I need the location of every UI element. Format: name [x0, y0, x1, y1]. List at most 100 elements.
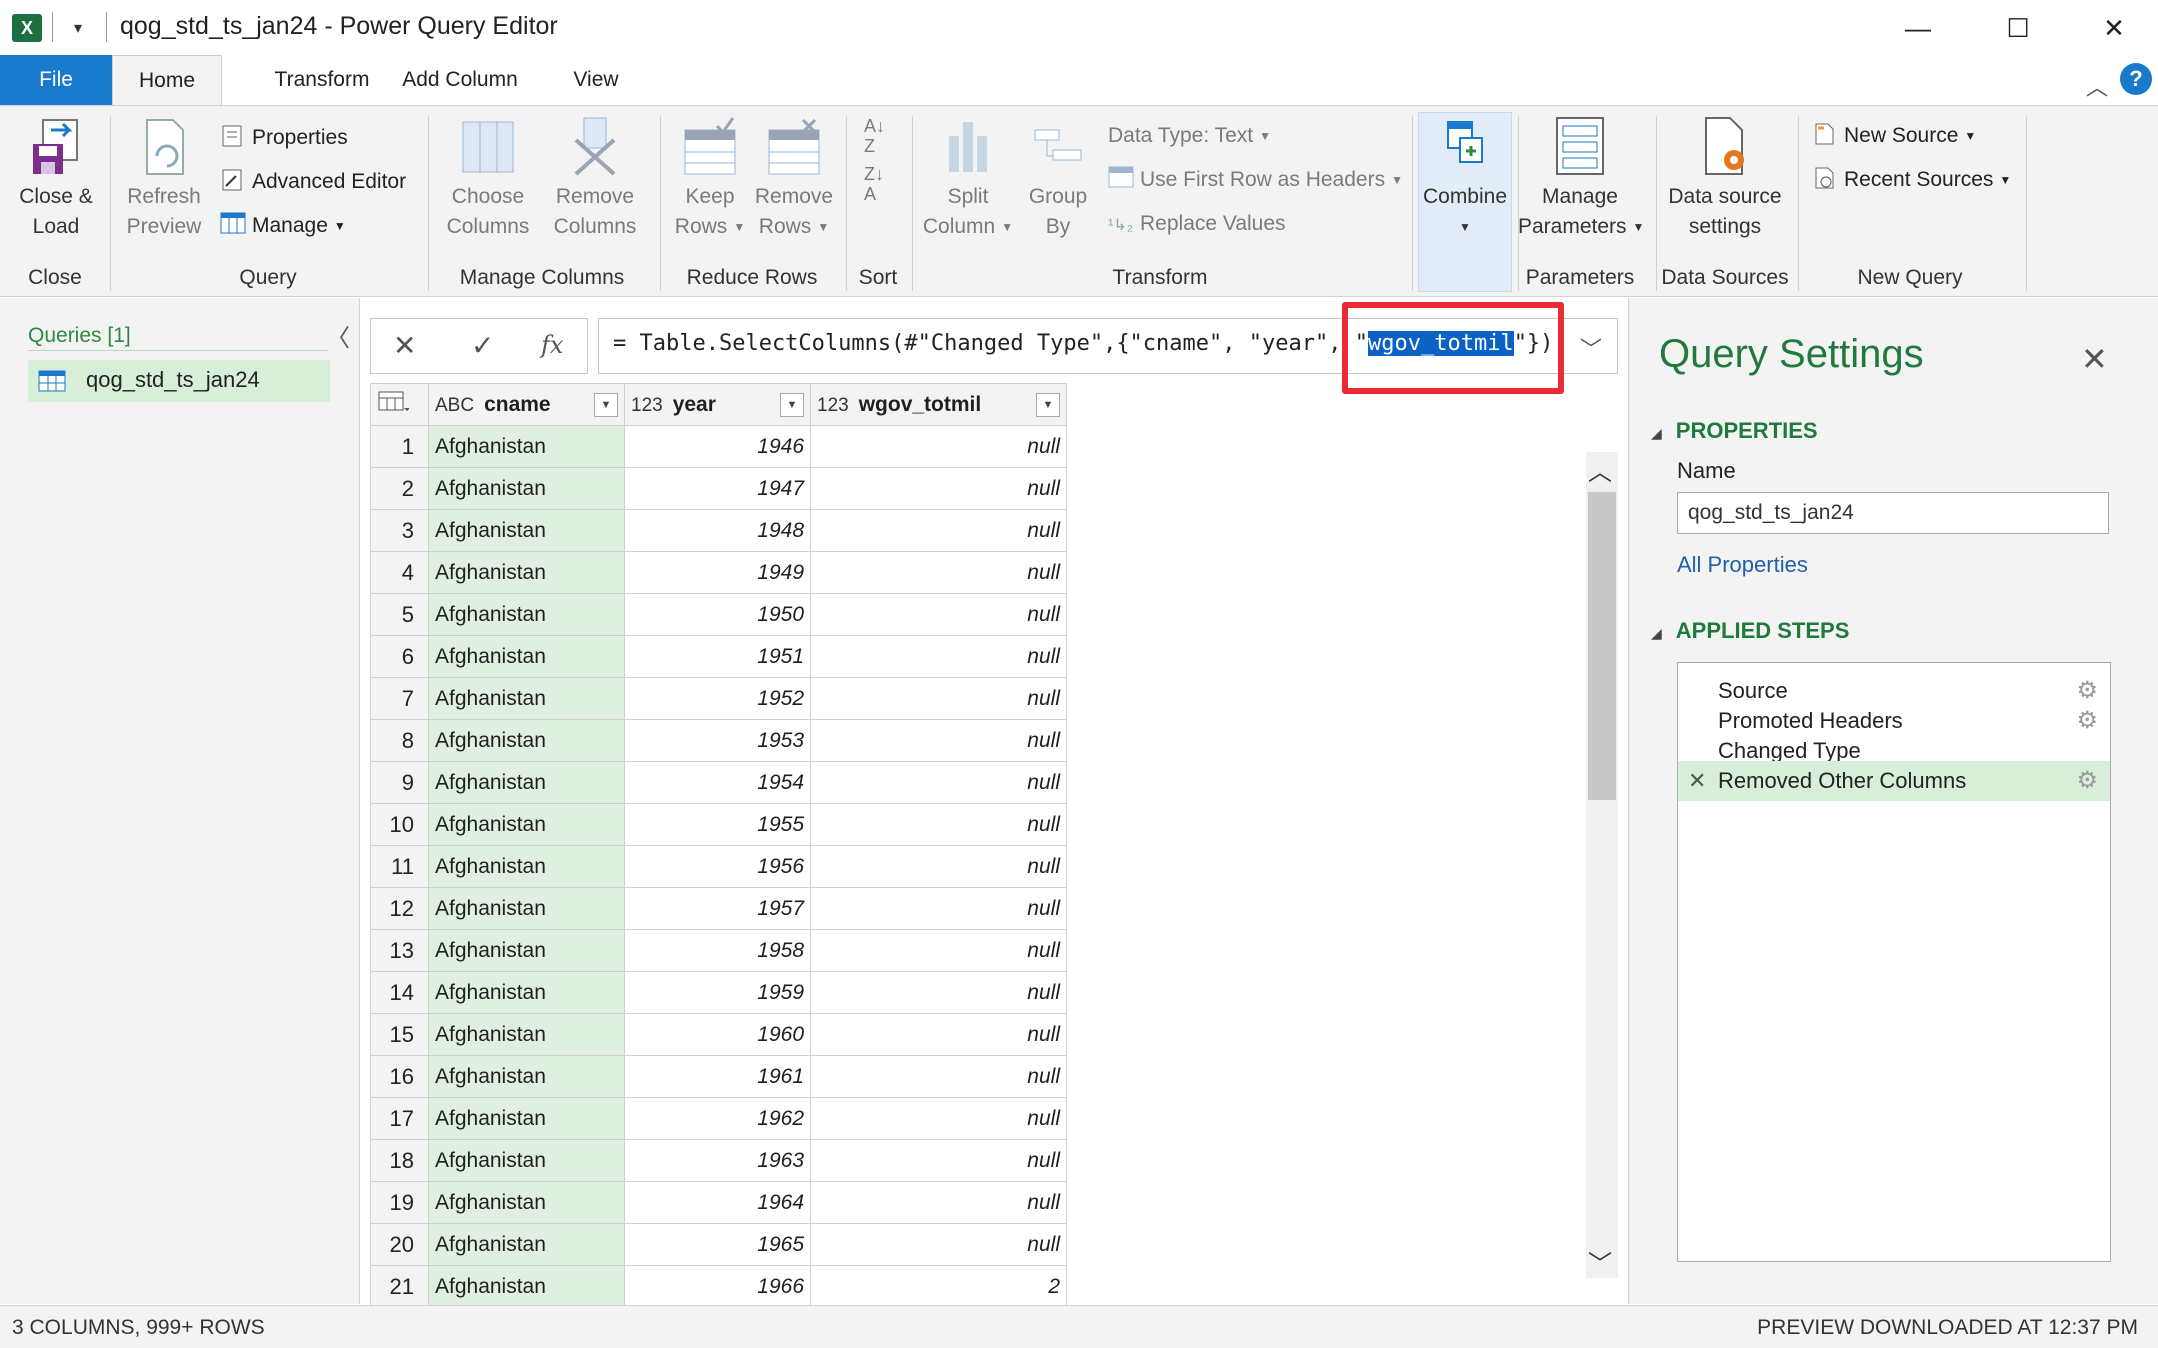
- keep-rows-button[interactable]: Keep Rows ▼: [668, 116, 752, 242]
- sort-descending-button[interactable]: Z↓ A: [864, 164, 900, 208]
- filter-dropdown-icon[interactable]: ▼: [1036, 393, 1060, 417]
- table-row[interactable]: 17 Afghanistan 1962 null: [370, 1097, 1067, 1140]
- row-number-cell[interactable]: 13: [370, 929, 429, 972]
- queries-title[interactable]: Queries [1]: [28, 324, 131, 348]
- cname-cell[interactable]: Afghanistan: [428, 1013, 625, 1056]
- number-type-icon[interactable]: 123: [817, 395, 849, 416]
- tab-transform[interactable]: Transform: [252, 55, 392, 105]
- table-row[interactable]: 7 Afghanistan 1952 null: [370, 677, 1067, 720]
- close-icon[interactable]: ✕: [2081, 340, 2108, 378]
- close-load-button[interactable]: Close & Load: [8, 116, 104, 242]
- cname-cell[interactable]: Afghanistan: [428, 677, 625, 720]
- tab-file[interactable]: File: [0, 55, 112, 105]
- query-item[interactable]: qog_std_ts_jan24: [28, 360, 330, 402]
- row-number-cell[interactable]: 2: [370, 467, 429, 510]
- column-header-wgov-totmil[interactable]: 123 wgov_totmil ▼: [810, 383, 1067, 426]
- cname-cell[interactable]: Afghanistan: [428, 719, 625, 762]
- column-header-cname[interactable]: ABC cname ▼: [428, 383, 625, 426]
- wgov-totmil-cell[interactable]: null: [810, 1223, 1067, 1266]
- table-row[interactable]: 3 Afghanistan 1948 null: [370, 509, 1067, 552]
- chevron-left-icon[interactable]: 〈: [326, 318, 350, 353]
- help-icon[interactable]: ?: [2120, 63, 2152, 95]
- row-number-cell[interactable]: 11: [370, 845, 429, 888]
- wgov-totmil-cell[interactable]: null: [810, 593, 1067, 636]
- data-source-settings-button[interactable]: Data source settings: [1660, 116, 1790, 242]
- excel-icon[interactable]: X: [12, 14, 42, 42]
- data-type-dropdown[interactable]: Data Type: Text ▼: [1108, 120, 1271, 152]
- cname-cell[interactable]: Afghanistan: [428, 1055, 625, 1098]
- cname-cell[interactable]: Afghanistan: [428, 887, 625, 930]
- year-cell[interactable]: 1948: [624, 509, 811, 552]
- wgov-totmil-cell[interactable]: null: [810, 1139, 1067, 1182]
- row-number-cell[interactable]: 14: [370, 971, 429, 1014]
- confirm-formula-icon[interactable]: ✓: [471, 329, 494, 362]
- select-all-cell[interactable]: [370, 383, 429, 426]
- year-cell[interactable]: 1951: [624, 635, 811, 678]
- combine-button[interactable]: Combine ▼: [1418, 116, 1512, 242]
- manage-parameters-button[interactable]: Manage Parameters ▼: [1518, 116, 1644, 242]
- cname-cell[interactable]: Afghanistan: [428, 971, 625, 1014]
- table-row[interactable]: 10 Afghanistan 1955 null: [370, 803, 1067, 846]
- gear-icon[interactable]: ⚙: [2076, 761, 2098, 801]
- table-row[interactable]: 19 Afghanistan 1964 null: [370, 1181, 1067, 1224]
- year-cell[interactable]: 1957: [624, 887, 811, 930]
- cname-cell[interactable]: Afghanistan: [428, 425, 625, 468]
- scroll-up-icon[interactable]: ︿: [1588, 452, 1612, 487]
- wgov-totmil-cell[interactable]: null: [810, 551, 1067, 594]
- chevron-down-icon[interactable]: ﹀: [1580, 332, 1602, 364]
- year-cell[interactable]: 1950: [624, 593, 811, 636]
- row-number-cell[interactable]: 12: [370, 887, 429, 930]
- cname-cell[interactable]: Afghanistan: [428, 509, 625, 552]
- maximize-button[interactable]: ☐: [1988, 8, 2048, 48]
- row-number-cell[interactable]: 5: [370, 593, 429, 636]
- table-row[interactable]: 18 Afghanistan 1963 null: [370, 1139, 1067, 1182]
- wgov-totmil-cell[interactable]: null: [810, 761, 1067, 804]
- wgov-totmil-cell[interactable]: null: [810, 1181, 1067, 1224]
- wgov-totmil-cell[interactable]: null: [810, 1097, 1067, 1140]
- cname-cell[interactable]: Afghanistan: [428, 845, 625, 888]
- query-name-input[interactable]: qog_std_ts_jan24: [1677, 492, 2109, 534]
- wgov-totmil-cell[interactable]: null: [810, 971, 1067, 1014]
- row-number-cell[interactable]: 1: [370, 425, 429, 468]
- cname-cell[interactable]: Afghanistan: [428, 1139, 625, 1182]
- all-properties-link[interactable]: All Properties: [1677, 552, 1808, 578]
- cname-cell[interactable]: Afghanistan: [428, 1181, 625, 1224]
- choose-columns-button[interactable]: Choose Columns: [440, 116, 536, 242]
- year-cell[interactable]: 1960: [624, 1013, 811, 1056]
- fx-icon[interactable]: fx: [541, 331, 563, 359]
- sort-ascending-button[interactable]: A↓ Z: [864, 116, 900, 160]
- cname-cell[interactable]: Afghanistan: [428, 1097, 625, 1140]
- year-cell[interactable]: 1965: [624, 1223, 811, 1266]
- row-number-cell[interactable]: 17: [370, 1097, 429, 1140]
- wgov-totmil-cell[interactable]: null: [810, 467, 1067, 510]
- table-row[interactable]: 16 Afghanistan 1961 null: [370, 1055, 1067, 1098]
- filter-dropdown-icon[interactable]: ▼: [594, 393, 618, 417]
- year-cell[interactable]: 1959: [624, 971, 811, 1014]
- year-cell[interactable]: 1961: [624, 1055, 811, 1098]
- quick-access-dropdown-icon[interactable]: ▾: [74, 18, 82, 38]
- year-cell[interactable]: 1956: [624, 845, 811, 888]
- wgov-totmil-cell[interactable]: null: [810, 509, 1067, 552]
- new-source-button[interactable]: New Source ▼: [1812, 120, 1976, 152]
- table-menu-icon[interactable]: [377, 391, 410, 419]
- row-number-cell[interactable]: 21: [370, 1265, 429, 1305]
- wgov-totmil-cell[interactable]: null: [810, 425, 1067, 468]
- table-row[interactable]: 20 Afghanistan 1965 null: [370, 1223, 1067, 1266]
- wgov-totmil-cell[interactable]: 2: [810, 1265, 1067, 1305]
- year-cell[interactable]: 1964: [624, 1181, 811, 1224]
- row-number-cell[interactable]: 20: [370, 1223, 429, 1266]
- table-row[interactable]: 8 Afghanistan 1953 null: [370, 719, 1067, 762]
- cname-cell[interactable]: Afghanistan: [428, 593, 625, 636]
- row-number-cell[interactable]: 3: [370, 509, 429, 552]
- wgov-totmil-cell[interactable]: null: [810, 719, 1067, 762]
- wgov-totmil-cell[interactable]: null: [810, 845, 1067, 888]
- properties-section-header[interactable]: ◢ PROPERTIES: [1651, 418, 1818, 444]
- remove-columns-button[interactable]: Remove Columns: [540, 116, 650, 242]
- cname-cell[interactable]: Afghanistan: [428, 551, 625, 594]
- year-cell[interactable]: 1953: [624, 719, 811, 762]
- split-column-button[interactable]: Split Column ▼: [918, 116, 1018, 242]
- cname-cell[interactable]: Afghanistan: [428, 929, 625, 972]
- wgov-totmil-cell[interactable]: null: [810, 1013, 1067, 1056]
- tab-add-column[interactable]: Add Column: [392, 55, 528, 105]
- row-number-cell[interactable]: 10: [370, 803, 429, 846]
